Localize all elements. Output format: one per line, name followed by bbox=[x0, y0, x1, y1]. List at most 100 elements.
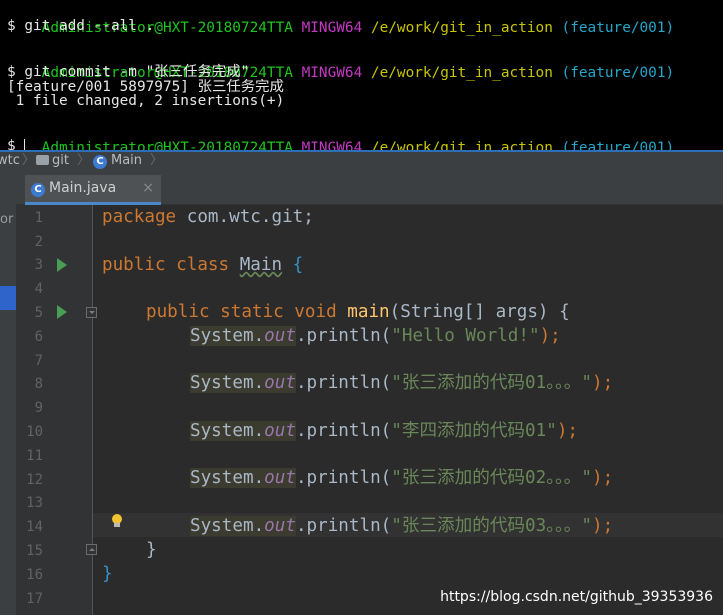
run-method-icon[interactable] bbox=[57, 305, 67, 319]
line-number: 13 bbox=[26, 495, 43, 511]
class-close-brace: } bbox=[102, 564, 113, 584]
git-bash-terminal[interactable]: Administrator@HXT-20180724TTA MINGW64 /e… bbox=[0, 0, 723, 152]
dot: . bbox=[253, 326, 265, 346]
code-line-10: System.out.println("李四添加的代码01"); bbox=[190, 419, 578, 443]
keyword-public-class: public class bbox=[102, 255, 240, 275]
line-number: 15 bbox=[26, 543, 43, 559]
prompt-branch: (feature/001) bbox=[561, 20, 675, 36]
string-literal: "张三添加的代码01。。。" bbox=[391, 373, 592, 393]
method-close-brace: } bbox=[146, 540, 157, 560]
prompt-path: /e/work/git_in_action bbox=[370, 140, 553, 152]
println-call: .println( bbox=[295, 468, 392, 488]
line-number: 3 bbox=[34, 257, 43, 273]
line-number: 14 bbox=[26, 519, 43, 535]
line-number: 1 bbox=[34, 210, 43, 226]
keyword-public-static-void: public static void bbox=[146, 302, 348, 322]
navigation-bar: wtc 〉 git 〉 C Main 〉 bbox=[0, 152, 723, 172]
out-field: out bbox=[264, 468, 296, 488]
line-number: 10 bbox=[26, 424, 43, 440]
terminal-prompt-line: Administrator@HXT-20180724TTA MINGW64 /e… bbox=[7, 46, 675, 81]
prompt-env: MINGW64 bbox=[301, 140, 363, 152]
dot: . bbox=[253, 516, 265, 536]
breadcrumb-separator: 〉 bbox=[77, 153, 91, 168]
println-call: .println( bbox=[295, 326, 392, 346]
println-call: .println( bbox=[295, 516, 392, 536]
breadcrumb-folder[interactable]: git bbox=[36, 153, 69, 171]
code-line-1: package com.wtc.git; bbox=[102, 205, 314, 229]
out-field: out bbox=[264, 326, 296, 346]
println-call: .println( bbox=[295, 421, 392, 441]
keyword-package: package bbox=[102, 207, 177, 227]
prompt-path: /e/work/git_in_action bbox=[370, 20, 553, 36]
dot: . bbox=[253, 373, 265, 393]
terminal-prompt-line: Administrator@HXT-20180724TTA MINGW64 /e… bbox=[7, 121, 675, 150]
tab-main-java[interactable]: C Main.java × bbox=[25, 175, 161, 205]
project-tree-fragment: or bbox=[0, 212, 14, 227]
breadcrumb-project[interactable]: wtc bbox=[0, 153, 20, 171]
code-line-12: System.out.println("张三添加的代码02。。。"); bbox=[190, 466, 613, 490]
string-literal: "Hello World!" bbox=[391, 326, 540, 346]
watermark: https://blog.csdn.net/github_39353936 bbox=[440, 589, 713, 605]
java-class-icon: C bbox=[93, 155, 107, 169]
line-number: 6 bbox=[34, 329, 43, 345]
text-cursor bbox=[24, 139, 26, 150]
prompt-branch: (feature/001) bbox=[561, 65, 675, 81]
system-class: System bbox=[190, 468, 254, 488]
prompt-path: /e/work/git_in_action bbox=[370, 65, 553, 81]
editor-tab-bar: C Main.java × bbox=[16, 172, 723, 205]
code-line-14: System.out.println("张三添加的代码03。。。"); bbox=[190, 514, 613, 538]
intention-bulb-icon[interactable] bbox=[111, 514, 123, 528]
dot: . bbox=[253, 468, 265, 488]
println-call: .println( bbox=[295, 373, 392, 393]
string-literal: "张三添加的代码03。。。" bbox=[391, 516, 592, 536]
folder-icon bbox=[36, 155, 49, 165]
string-literal: "李四添加的代码01" bbox=[391, 421, 557, 441]
call-close: ); bbox=[592, 516, 614, 536]
method-name: main bbox=[347, 302, 390, 322]
line-number: 17 bbox=[26, 591, 43, 607]
project-tool-window[interactable]: or bbox=[0, 172, 16, 615]
class-name: Main bbox=[239, 255, 283, 275]
system-class: System bbox=[190, 326, 254, 346]
breadcrumb-file[interactable]: C Main bbox=[93, 153, 142, 171]
dot: . bbox=[253, 421, 265, 441]
package-name: com.wtc.git; bbox=[176, 207, 314, 227]
breadcrumb-folder-label: git bbox=[52, 153, 69, 168]
code-line-3: public class Main { bbox=[102, 253, 303, 277]
project-tree-selected-row[interactable] bbox=[0, 286, 16, 310]
breadcrumb-separator: 〉 bbox=[22, 153, 36, 168]
line-number: 12 bbox=[26, 472, 43, 488]
code-line-16: } bbox=[102, 562, 113, 586]
call-close: ); bbox=[539, 326, 561, 346]
terminal-input-line[interactable]: $ bbox=[7, 137, 26, 152]
system-class: System bbox=[190, 373, 254, 393]
fold-icon[interactable] bbox=[86, 307, 97, 318]
prompt-env: MINGW64 bbox=[301, 65, 363, 81]
call-close: ); bbox=[592, 373, 614, 393]
line-number: 4 bbox=[34, 281, 43, 297]
out-field: out bbox=[264, 516, 296, 536]
string-literal: "张三添加的代码02。。。" bbox=[391, 468, 592, 488]
code-line-6: System.out.println("Hello World!"); bbox=[190, 324, 561, 348]
breadcrumb-separator: 〉 bbox=[150, 153, 164, 168]
out-field: out bbox=[264, 421, 296, 441]
prompt-user: Administrator@HXT-20180724TTA bbox=[41, 140, 293, 152]
unfold-icon[interactable] bbox=[86, 544, 97, 555]
code-line-8: System.out.println("张三添加的代码01。。。"); bbox=[190, 371, 613, 395]
prompt-env: MINGW64 bbox=[301, 20, 363, 36]
prompt-branch: (feature/001) bbox=[561, 140, 675, 152]
breadcrumb-file-label: Main bbox=[111, 153, 143, 168]
code-line-15: } bbox=[146, 538, 157, 562]
run-class-icon[interactable] bbox=[57, 258, 67, 272]
method-signature: (String[] args) { bbox=[389, 302, 570, 322]
system-class: System bbox=[190, 421, 254, 441]
line-number: 2 bbox=[34, 234, 43, 250]
line-number: 16 bbox=[26, 567, 43, 583]
java-class-icon: C bbox=[31, 183, 45, 197]
terminal-command-add: $ git add --all . bbox=[7, 18, 155, 34]
terminal-current-prompt: $ bbox=[7, 138, 25, 152]
close-icon[interactable]: × bbox=[142, 175, 154, 202]
class-open-brace: { bbox=[282, 255, 304, 275]
line-number: 8 bbox=[34, 376, 43, 392]
tab-label: Main.java bbox=[49, 180, 117, 196]
